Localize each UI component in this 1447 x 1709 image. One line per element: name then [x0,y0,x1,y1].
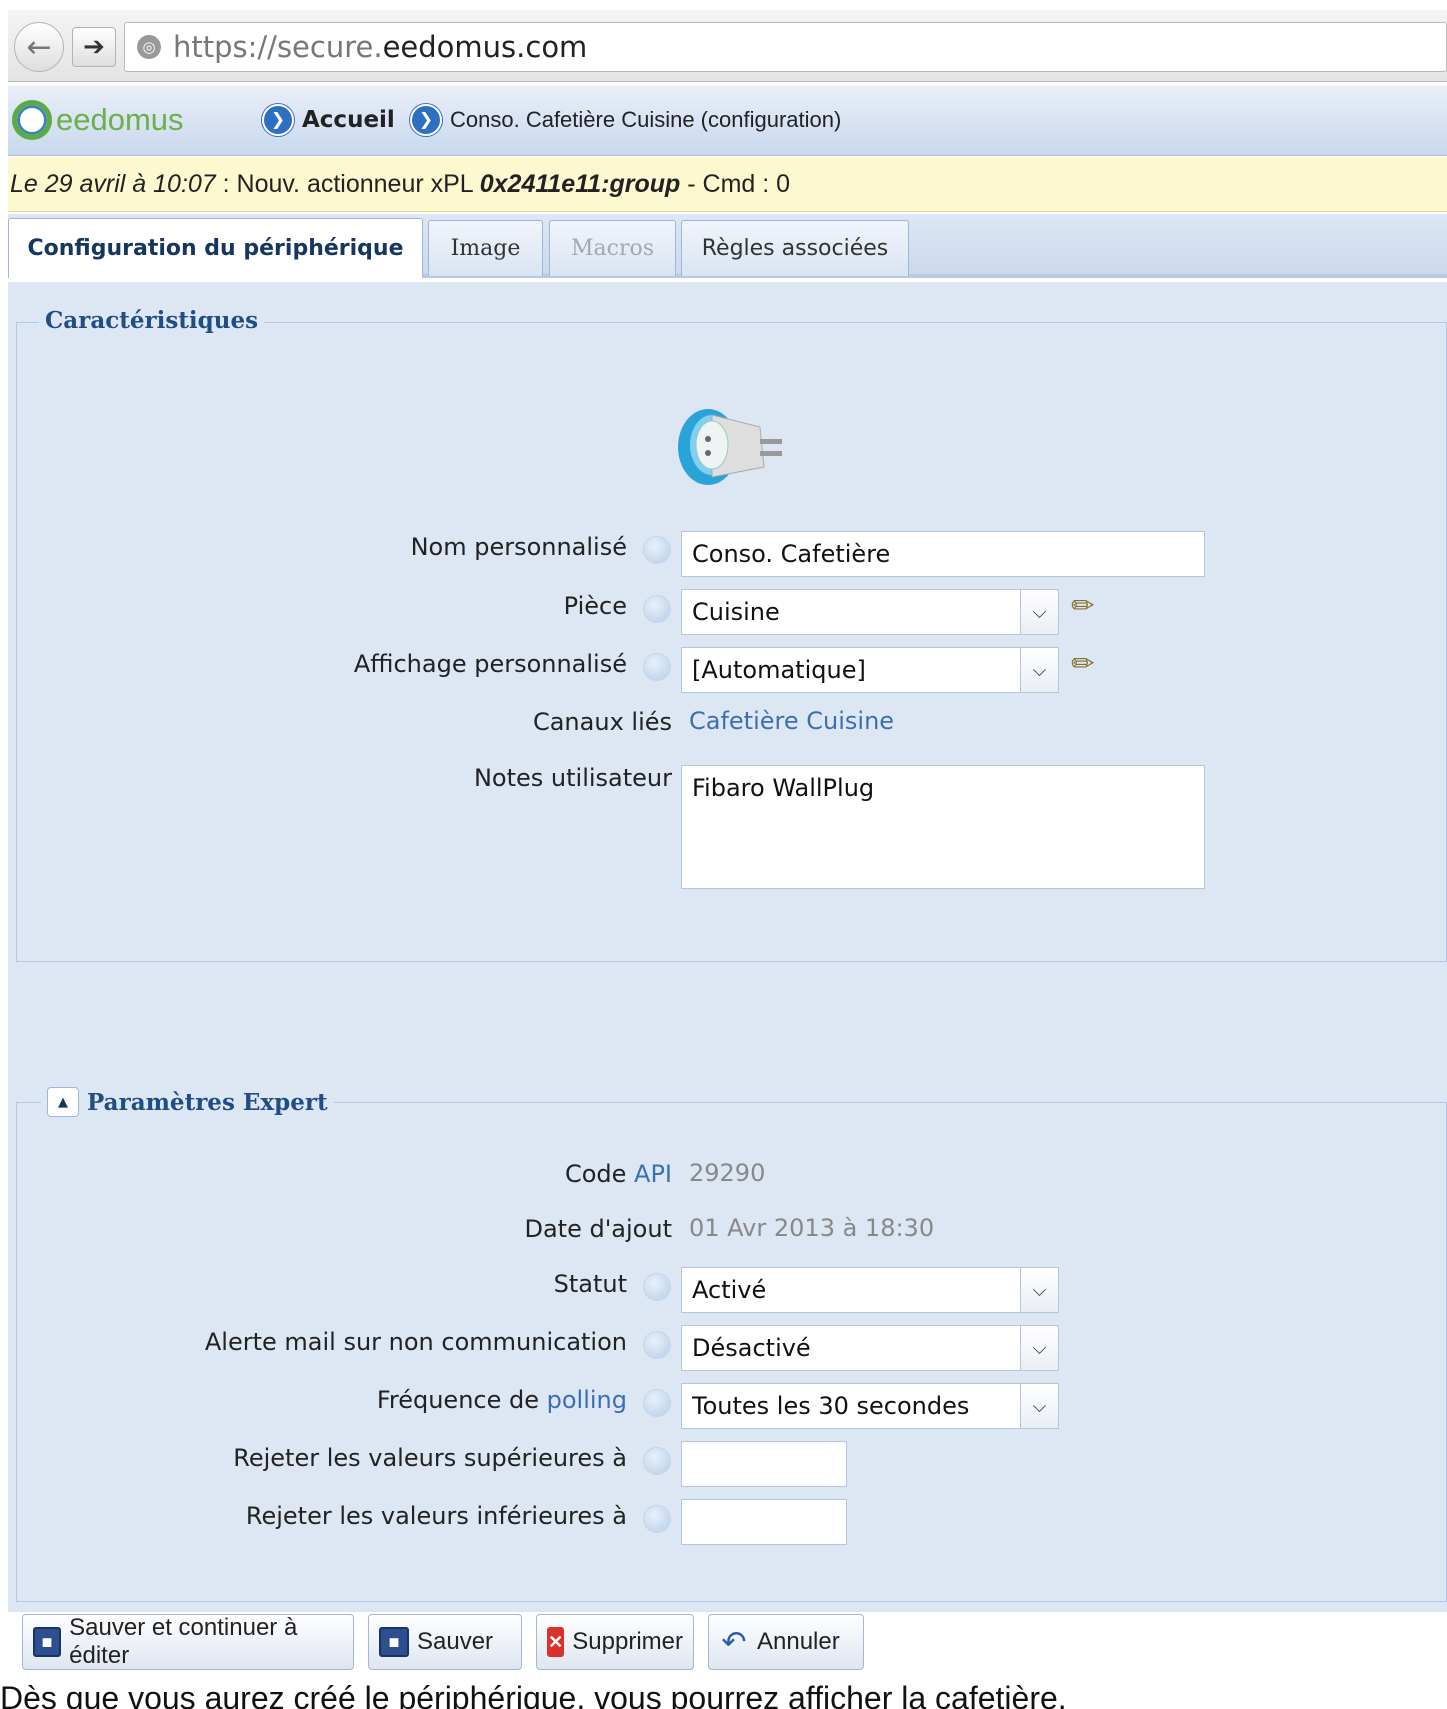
chevron-down-icon[interactable]: ⌵ [1020,1268,1058,1312]
help-icon[interactable] [643,1447,671,1475]
help-icon[interactable] [643,1389,671,1417]
api-link[interactable]: API [634,1160,672,1188]
reject-below-input[interactable] [681,1499,847,1545]
tab-rules[interactable]: Règles associées [681,220,909,276]
main-panel: Caractéristiques Nom personnalisé Conso.… [8,282,1447,1612]
expert-legend: ▲ Paramètres Expert [41,1087,334,1117]
polling-label: Fréquence de polling [376,1386,627,1414]
tab-macros: Macros [549,220,676,276]
floppy-disk-icon: ■ [33,1627,62,1657]
collapse-up-icon[interactable]: ▲ [47,1087,79,1117]
eedomus-logo[interactable]: eedomus [12,100,184,140]
status-select[interactable]: Activé ⌵ [681,1267,1059,1313]
action-buttons: ■ Sauver et continuer à éditer ■ Sauver … [8,1614,1447,1678]
help-icon[interactable] [643,1331,671,1359]
display-label: Affichage personnalisé [353,650,627,678]
help-icon[interactable] [643,1273,671,1301]
date-added-value: 01 Avr 2013 à 18:30 [689,1214,935,1242]
api-code-value: 29290 [689,1159,766,1187]
name-label: Nom personnalisé [410,533,627,561]
pencil-icon[interactable]: ✏ [1071,647,1094,680]
polling-link[interactable]: polling [547,1386,627,1414]
reject-above-input[interactable] [681,1441,847,1487]
logo-ring-icon [12,100,52,140]
notification-date: Le 29 avril à 10:07 [10,169,216,198]
chevron-down-icon[interactable]: ⌵ [1020,648,1058,692]
room-label: Pièce [563,592,627,620]
status-select-value: Activé [692,1276,767,1304]
back-arrow-icon[interactable]: ← [14,22,64,72]
circle-arrow-icon: ❯ [262,104,294,136]
address-bar[interactable]: ◎ https://secure.eedomus.com [124,22,1447,72]
chevron-down-icon[interactable]: ⌵ [1020,1326,1058,1370]
forward-arrow-icon[interactable]: ➔ [72,27,116,67]
help-icon[interactable] [643,595,671,623]
notification-bar: Le 29 avril à 10:07 : Nouv. actionneur x… [8,157,1447,212]
floppy-disk-icon: ■ [379,1627,409,1657]
date-added-label: Date d'ajout [524,1215,672,1243]
browser-toolbar: ← ➔ ◎ https://secure.eedomus.com [8,10,1447,82]
tab-configuration[interactable]: Configuration du périphérique [8,218,423,278]
expert-fieldset: ▲ Paramètres Expert Code API 29290 Date … [16,1087,1447,1602]
reject-above-label: Rejeter les valeurs supérieures à [233,1444,627,1472]
display-select-value: [Automatique] [692,656,866,684]
cancel-button[interactable]: ↶ Annuler [708,1614,864,1670]
characteristics-fieldset: Caractéristiques Nom personnalisé Conso.… [16,307,1447,962]
undo-arrow-icon: ↶ [721,1625,747,1659]
notes-textarea[interactable]: Fibaro WallPlug [681,765,1205,889]
mail-alert-select-value: Désactivé [692,1334,811,1362]
url-text: https://secure.eedomus.com [173,30,588,64]
notification-suffix: - Cmd : 0 [680,169,791,198]
mail-alert-select[interactable]: Désactivé ⌵ [681,1325,1059,1371]
notification-message: : Nouv. actionneur xPL [215,169,480,198]
tab-image[interactable]: Image [428,220,543,276]
help-icon[interactable] [643,1505,671,1533]
delete-x-icon: ✕ [547,1627,565,1657]
tab-bar: Configuration du périphérique Image Macr… [8,214,1447,278]
api-code-label: Code API [564,1160,672,1188]
breadcrumb-home[interactable]: ❯ Accueil [262,104,395,136]
app-header: eedomus ❯ Accueil ❯ Conso. Cafetière Cui… [8,86,1447,156]
name-input[interactable]: Conso. Cafetière [681,531,1205,577]
wall-plug-icon [678,409,782,485]
characteristics-legend: Caractéristiques [39,307,265,334]
reject-below-label: Rejeter les valeurs inférieures à [245,1502,627,1530]
circle-arrow-icon: ❯ [410,104,442,136]
save-button[interactable]: ■ Sauver [368,1614,522,1670]
polling-select-value: Toutes les 30 secondes [692,1392,970,1420]
delete-button[interactable]: ✕ Supprimer [536,1614,694,1670]
polling-select[interactable]: Toutes les 30 secondes ⌵ [681,1383,1059,1429]
notes-label: Notes utilisateur [473,764,672,792]
chevron-down-icon[interactable]: ⌵ [1020,1384,1058,1428]
breadcrumb-device[interactable]: ❯ Conso. Cafetière Cuisine (configuratio… [410,104,841,136]
help-icon[interactable] [643,653,671,681]
room-select-value: Cuisine [692,598,780,626]
room-select[interactable]: Cuisine ⌵ [681,589,1059,635]
chevron-down-icon[interactable]: ⌵ [1020,590,1058,634]
caption-text: Dès que vous aurez créé le périphérique,… [0,1680,1067,1709]
save-continue-button[interactable]: ■ Sauver et continuer à éditer [22,1614,354,1670]
notification-address: 0x2411e11:group [479,169,681,198]
pencil-icon[interactable]: ✏ [1071,589,1094,622]
globe-icon: ◎ [137,35,161,59]
channels-link[interactable]: Cafetière Cuisine [689,707,894,735]
mail-alert-label: Alerte mail sur non communication [204,1328,627,1356]
display-select[interactable]: [Automatique] ⌵ [681,647,1059,693]
channels-label: Canaux liés [532,708,672,736]
help-icon[interactable] [643,536,671,564]
status-label: Statut [553,1270,627,1298]
